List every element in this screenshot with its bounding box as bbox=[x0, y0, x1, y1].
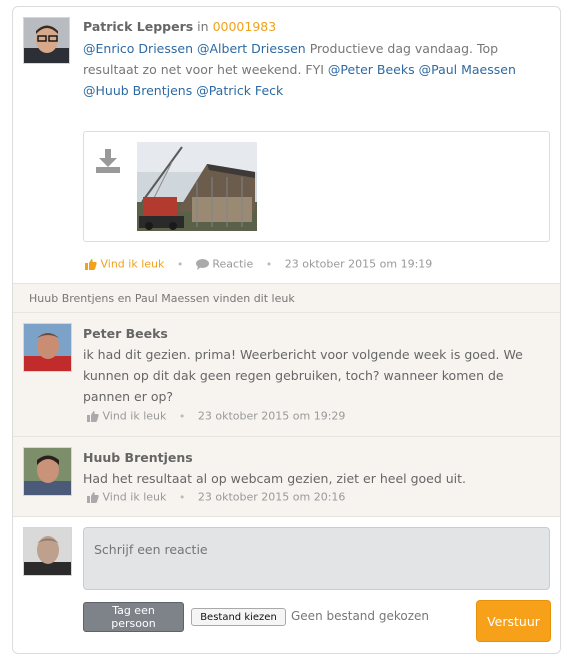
post-author-name[interactable]: Patrick Leppers bbox=[83, 19, 193, 34]
tag-person-button[interactable]: Tag een persoon bbox=[83, 602, 184, 632]
comment-item: Huub Brentjens Had het resultaat al op w… bbox=[13, 437, 560, 517]
commenter-avatar[interactable] bbox=[23, 323, 72, 372]
reply-input[interactable] bbox=[83, 527, 550, 590]
post-meta: Vind ik leuk • Reactie • 23 oktober 2015… bbox=[85, 257, 432, 271]
in-label: in bbox=[197, 19, 209, 34]
speech-bubble-icon bbox=[195, 258, 209, 270]
thumbs-up-icon bbox=[85, 258, 97, 270]
comment-item: Peter Beeks ik had dit gezien. prima! We… bbox=[13, 313, 560, 437]
mention-link[interactable]: @Peter Beeks bbox=[328, 62, 415, 77]
send-button[interactable]: Verstuur bbox=[476, 600, 551, 642]
post-card: Patrick Leppers in 00001983 @Enrico Drie… bbox=[12, 6, 561, 654]
post-body: @Enrico Driessen @Albert Driessen Produc… bbox=[83, 38, 545, 101]
attachment-box bbox=[83, 131, 550, 242]
post-timestamp: 23 oktober 2015 om 19:19 bbox=[284, 257, 433, 271]
comment-meta: Vind ik leuk • 23 oktober 2015 om 20:16 bbox=[87, 490, 345, 504]
likes-summary: Huub Brentjens en Paul Maessen vinden di… bbox=[13, 283, 560, 313]
separator-dot: • bbox=[176, 257, 184, 271]
file-status-text: Geen bestand gekozen bbox=[291, 609, 429, 623]
comment-text: Had het resultaat al op webcam gezien, z… bbox=[83, 471, 467, 486]
comment-timestamp: 23 oktober 2015 om 20:16 bbox=[197, 490, 346, 504]
like-label: Vind ik leuk bbox=[102, 409, 167, 423]
reply-composer: Tag een persoon Bestand kiezen Geen best… bbox=[13, 515, 560, 653]
mention-link[interactable]: @Paul Maessen bbox=[419, 62, 516, 77]
like-label: Vind ik leuk bbox=[100, 257, 165, 271]
comment-author[interactable]: Huub Brentjens bbox=[83, 450, 193, 465]
attachment-thumbnail[interactable] bbox=[137, 142, 257, 231]
mention-link[interactable]: @Albert Driessen bbox=[197, 41, 306, 56]
post-header: Patrick Leppers in 00001983 bbox=[83, 19, 276, 34]
comment-text: ik had dit gezien. prima! Weerbericht vo… bbox=[83, 347, 523, 404]
separator-dot: • bbox=[178, 490, 186, 504]
reply-label: Reactie bbox=[212, 257, 254, 271]
separator-dot: • bbox=[178, 409, 186, 423]
mention-link[interactable]: @Enrico Driessen bbox=[83, 41, 193, 56]
separator-dot: • bbox=[265, 257, 273, 271]
thumbs-up-icon bbox=[87, 410, 99, 422]
commenter-avatar[interactable] bbox=[23, 447, 72, 496]
thumbs-up-icon bbox=[87, 491, 99, 503]
reply-link[interactable]: Reactie bbox=[195, 257, 257, 271]
mention-link[interactable]: @Huub Brentjens bbox=[83, 83, 192, 98]
download-icon[interactable] bbox=[94, 147, 122, 175]
comment-author[interactable]: Peter Beeks bbox=[83, 326, 168, 341]
mention-link[interactable]: @Patrick Feck bbox=[196, 83, 283, 98]
like-button[interactable]: Vind ik leuk bbox=[87, 490, 170, 504]
like-button[interactable]: Vind ik leuk bbox=[85, 257, 168, 271]
current-user-avatar bbox=[23, 527, 72, 576]
like-label: Vind ik leuk bbox=[102, 490, 167, 504]
ticket-link[interactable]: 00001983 bbox=[213, 19, 277, 34]
choose-file-button[interactable]: Bestand kiezen bbox=[191, 608, 286, 626]
like-button[interactable]: Vind ik leuk bbox=[87, 409, 170, 423]
post-author-avatar[interactable] bbox=[23, 17, 70, 64]
comment-timestamp: 23 oktober 2015 om 19:29 bbox=[197, 409, 346, 423]
likes-text: Huub Brentjens en Paul Maessen vinden di… bbox=[29, 292, 295, 305]
comment-meta: Vind ik leuk • 23 oktober 2015 om 19:29 bbox=[87, 409, 345, 423]
